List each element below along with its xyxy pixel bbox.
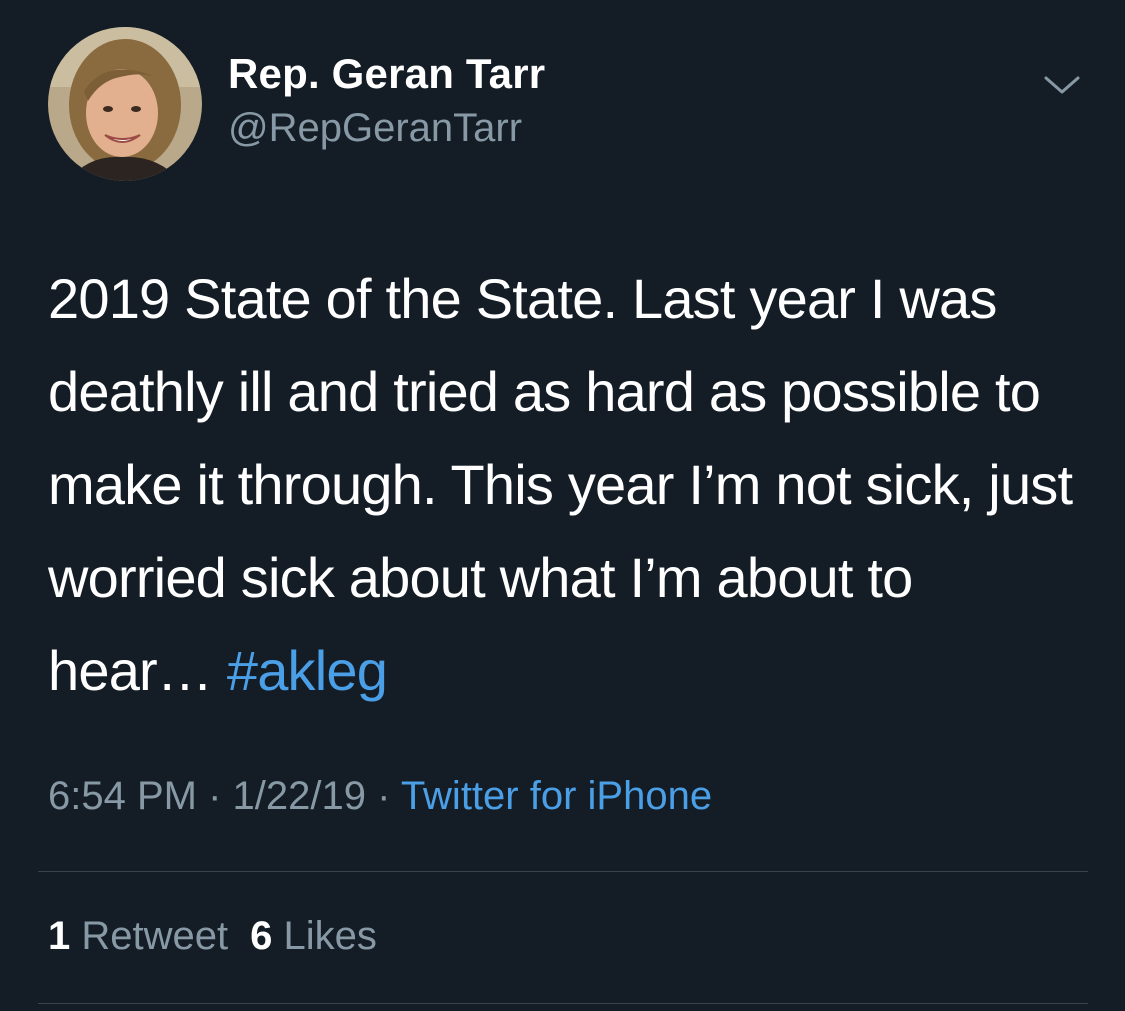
- tweet-date: 1/22/19: [232, 774, 366, 818]
- divider: [38, 871, 1088, 872]
- likes-label: Likes: [283, 914, 377, 958]
- retweets-stat[interactable]: 1 Retweet: [48, 914, 228, 958]
- avatar[interactable]: [48, 27, 202, 181]
- chevron-down-icon[interactable]: [1040, 70, 1084, 100]
- display-name[interactable]: Rep. Geran Tarr: [228, 50, 545, 98]
- tweet-metadata: 6:54 PM · 1/22/19 · Twitter for iPhone: [48, 774, 712, 819]
- likes-stat[interactable]: 6 Likes: [250, 914, 377, 958]
- likes-count: 6: [250, 914, 273, 958]
- divider: [38, 1003, 1088, 1004]
- tweet-body: 2019 State of the State. Last year I was…: [48, 267, 1073, 702]
- retweets-label: Retweet: [81, 914, 229, 958]
- profile-photo: [48, 27, 202, 181]
- engagement-stats: 1 Retweet 6 Likes: [48, 914, 377, 959]
- retweets-count: 1: [48, 914, 71, 958]
- tweet-text: 2019 State of the State. Last year I was…: [48, 252, 1088, 717]
- tweet-source-link[interactable]: Twitter for iPhone: [401, 774, 712, 818]
- meta-separator: ·: [196, 774, 233, 818]
- meta-separator: ·: [365, 774, 401, 818]
- user-handle[interactable]: @RepGeranTarr: [228, 106, 522, 151]
- hashtag-link[interactable]: #akleg: [227, 639, 388, 702]
- tweet-time: 6:54 PM: [48, 774, 197, 818]
